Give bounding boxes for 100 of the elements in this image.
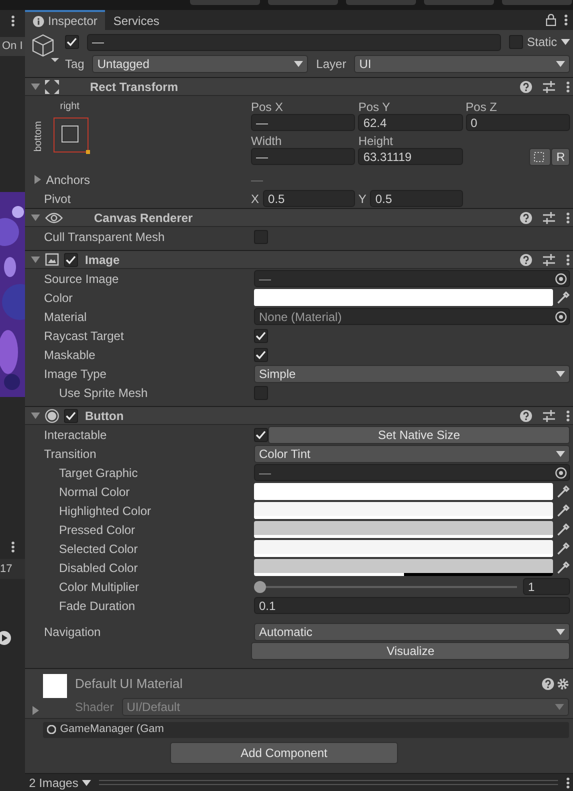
add-component-button[interactable]: Add Component <box>170 742 398 764</box>
images-dropdown[interactable]: 2 Images <box>29 774 92 791</box>
number-field[interactable]: 0 <box>466 114 570 131</box>
more-icon[interactable] <box>566 410 570 422</box>
color-swatch[interactable] <box>254 502 553 519</box>
color-swatch[interactable] <box>254 521 553 538</box>
checkbox[interactable] <box>64 408 78 422</box>
dropdown[interactable]: Simple <box>254 364 570 382</box>
anchor-preset-icon[interactable] <box>53 117 91 155</box>
object-field[interactable]: — <box>254 270 570 287</box>
slider-thumb[interactable] <box>254 580 266 592</box>
help-icon[interactable] <box>542 678 554 690</box>
help-icon[interactable] <box>520 254 532 266</box>
more-icon[interactable] <box>564 14 568 26</box>
target-icon[interactable] <box>555 310 567 322</box>
help-icon[interactable] <box>520 212 532 224</box>
target-icon[interactable] <box>555 272 567 284</box>
checkbox[interactable] <box>254 328 268 342</box>
number-field[interactable]: 62.4 <box>358 114 463 131</box>
checkbox[interactable] <box>65 35 79 49</box>
object-field[interactable]: None (Material) <box>254 308 570 325</box>
caret-icon <box>294 61 304 67</box>
visualize-button[interactable]: Visualize <box>251 642 570 660</box>
checkbox[interactable] <box>508 35 523 49</box>
more-icon[interactable] <box>566 254 570 266</box>
number-field[interactable]: 0.5 <box>370 190 463 207</box>
foldout-icon[interactable] <box>31 411 40 420</box>
static-dropdown[interactable]: Static <box>526 33 570 51</box>
object-reference-field[interactable]: GameManager (Gam <box>43 722 569 738</box>
more-icon[interactable] <box>10 15 14 27</box>
checkbox[interactable] <box>254 386 268 400</box>
more-icon[interactable] <box>566 776 570 788</box>
field-label: Width <box>251 134 283 148</box>
field-value: — <box>251 172 263 188</box>
dropdown[interactable]: Color Tint <box>254 444 570 462</box>
foldout-icon[interactable] <box>31 706 40 715</box>
field-label: Selected Color <box>58 540 139 558</box>
help-icon[interactable] <box>520 410 532 422</box>
foldout-icon[interactable] <box>33 175 42 184</box>
counter-label: 17 <box>0 559 25 579</box>
target-icon[interactable] <box>555 466 567 478</box>
layer-dropdown[interactable]: UI <box>354 55 570 73</box>
checkbox[interactable] <box>254 230 268 244</box>
eyedropper-icon[interactable] <box>556 484 570 498</box>
dropdown[interactable]: Automatic <box>254 622 570 640</box>
anchor-label: bottom <box>33 120 45 152</box>
number-field[interactable]: 1 <box>523 578 570 595</box>
number-field[interactable]: 0.5 <box>263 190 356 207</box>
field-label: Target Graphic <box>58 464 139 482</box>
info-icon <box>33 16 44 26</box>
field-label: Raycast Target <box>43 328 125 344</box>
color-swatch[interactable] <box>254 559 553 576</box>
name-field[interactable]: — <box>87 34 501 50</box>
preset-icon[interactable] <box>543 80 555 92</box>
tab[interactable]: Services <box>105 10 168 30</box>
eye-icon <box>45 212 63 224</box>
preset-icon[interactable] <box>543 212 555 224</box>
lock-icon[interactable] <box>546 14 556 26</box>
foldout-icon[interactable] <box>31 82 40 91</box>
more-icon[interactable] <box>566 80 570 92</box>
tag-dropdown[interactable]: Untagged <box>92 55 308 73</box>
component-header[interactable]: Image <box>25 250 573 269</box>
eyedropper-icon[interactable] <box>556 542 570 556</box>
field-label: Normal Color <box>58 484 131 500</box>
more-icon[interactable] <box>566 212 570 224</box>
more-icon[interactable] <box>10 541 14 553</box>
color-swatch[interactable] <box>254 483 553 500</box>
eyedropper-icon[interactable] <box>556 522 570 536</box>
checkbox[interactable] <box>254 348 268 362</box>
checkbox[interactable] <box>254 428 268 442</box>
eyedropper-icon[interactable] <box>556 560 570 574</box>
number-field[interactable]: — <box>251 148 356 165</box>
preset-icon[interactable] <box>543 410 555 422</box>
blueprint-button[interactable] <box>529 148 552 166</box>
axis-label: X <box>251 190 260 208</box>
tab[interactable]: Inspector <box>25 10 106 30</box>
component-header[interactable]: Rect Transform <box>25 77 573 96</box>
object-field[interactable]: — <box>254 464 570 481</box>
eyedropper-icon[interactable] <box>556 504 570 518</box>
foldout-icon[interactable] <box>31 255 40 264</box>
component-header[interactable]: Canvas Renderer <box>25 208 573 227</box>
foldout-icon[interactable] <box>31 213 40 222</box>
number-field[interactable]: 63.31119 <box>358 148 463 165</box>
eyedropper-icon[interactable] <box>556 290 570 304</box>
set-native-size-button[interactable]: Set Native Size <box>268 426 570 444</box>
raw-edit-button[interactable]: R <box>551 148 570 166</box>
color-swatch[interactable] <box>254 289 553 306</box>
field-label: Shader <box>75 698 114 716</box>
component-title: Image <box>85 252 120 268</box>
number-field[interactable]: 0.1 <box>254 597 570 614</box>
preset-icon[interactable] <box>543 254 555 266</box>
color-swatch[interactable] <box>254 540 553 557</box>
play-icon[interactable] <box>0 631 12 645</box>
help-icon[interactable] <box>520 80 532 92</box>
gear-icon[interactable] <box>557 678 569 690</box>
number-field[interactable]: — <box>251 114 356 131</box>
component-header[interactable]: Button <box>25 406 573 425</box>
checkbox[interactable] <box>64 252 78 266</box>
field-label: Pos Y <box>358 100 392 114</box>
field-label: Highlighted Color <box>58 502 152 520</box>
